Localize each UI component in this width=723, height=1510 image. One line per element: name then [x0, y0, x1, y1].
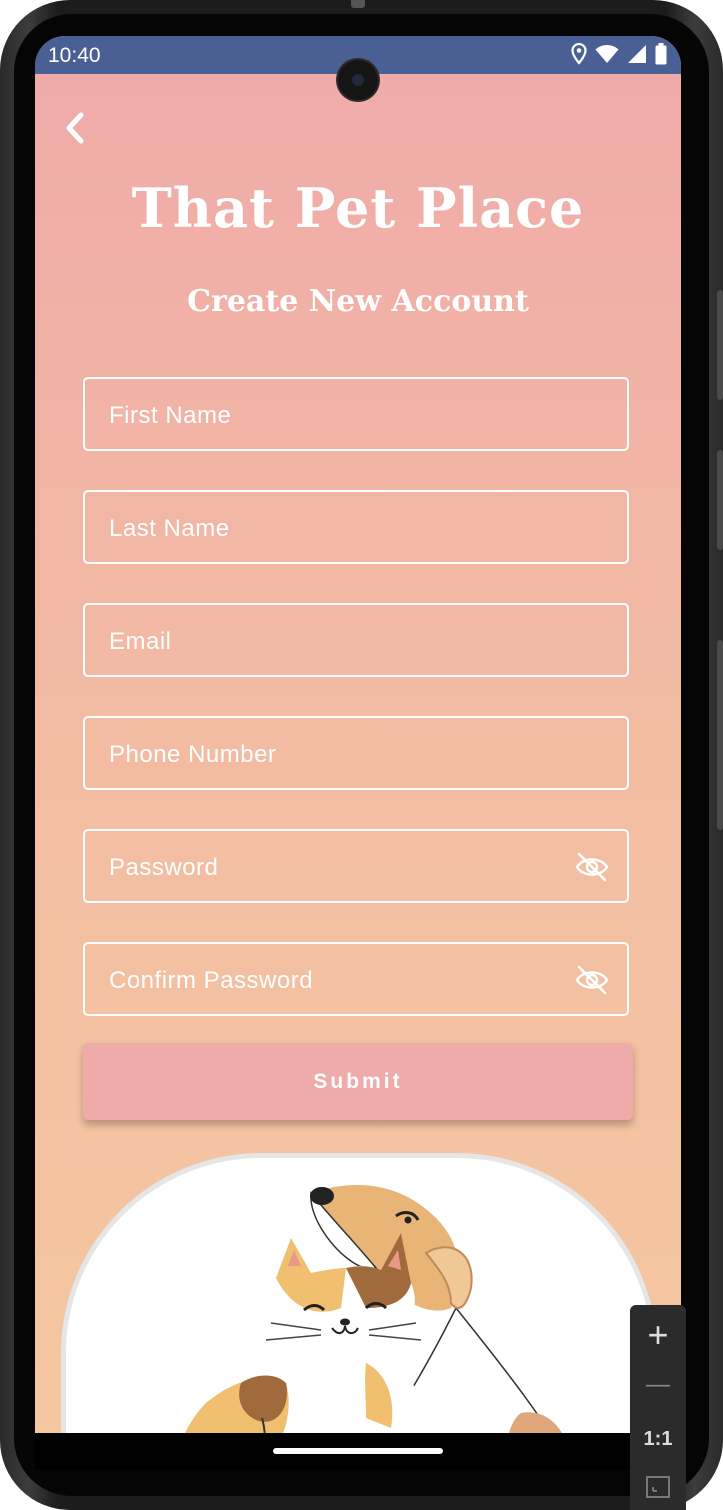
email-placeholder: Email: [109, 628, 172, 655]
phone-volume-button: [717, 290, 723, 400]
confirm-password-placeholder: Confirm Password: [109, 967, 314, 994]
page-subtitle: Create New Account: [187, 284, 529, 319]
actual-size-button[interactable]: 1:1: [630, 1427, 686, 1451]
eye-off-icon[interactable]: [575, 851, 609, 883]
front-camera: [338, 60, 378, 100]
cat-and-dog-illustration: [176, 1185, 571, 1470]
status-time: 10:40: [48, 44, 101, 67]
phone-power-button: [717, 640, 723, 830]
submit-button[interactable]: Submit: [83, 1043, 633, 1120]
app-screen: 10:40 That Pet Place Create New Account …: [35, 36, 681, 1470]
last-name-placeholder: Last Name: [109, 515, 230, 542]
first-name-field[interactable]: First Name: [83, 377, 629, 451]
zoom-out-button[interactable]: —: [630, 1371, 686, 1399]
app-title: That Pet Place: [131, 176, 585, 240]
email-field[interactable]: Email: [83, 603, 629, 677]
chevron-left-icon: [66, 112, 84, 144]
location-icon: [571, 43, 587, 65]
phone-number-placeholder: Phone Number: [109, 741, 277, 768]
phone-side-button: [717, 450, 723, 550]
emulator-zoom-panel: + — 1:1: [630, 1305, 686, 1510]
first-name-placeholder: First Name: [109, 402, 232, 429]
password-field[interactable]: Password: [83, 829, 629, 903]
battery-icon: [655, 43, 667, 65]
password-placeholder: Password: [109, 854, 219, 881]
pet-illustration-card: [61, 1153, 657, 1470]
phone-top-nub: [351, 0, 365, 8]
fit-screen-button[interactable]: [630, 1475, 686, 1504]
status-icons: [571, 43, 667, 65]
eye-off-icon[interactable]: [575, 964, 609, 996]
fit-screen-icon: [646, 1476, 670, 1498]
zoom-in-button[interactable]: +: [630, 1315, 686, 1355]
phone-number-field[interactable]: Phone Number: [83, 716, 629, 790]
wifi-icon: [595, 45, 619, 63]
home-gesture-pill[interactable]: [273, 1448, 443, 1454]
signal-icon: [628, 45, 646, 63]
last-name-field[interactable]: Last Name: [83, 490, 629, 564]
confirm-password-field[interactable]: Confirm Password: [83, 942, 629, 1016]
back-button[interactable]: [55, 108, 95, 148]
navigation-bar: [35, 1433, 681, 1470]
